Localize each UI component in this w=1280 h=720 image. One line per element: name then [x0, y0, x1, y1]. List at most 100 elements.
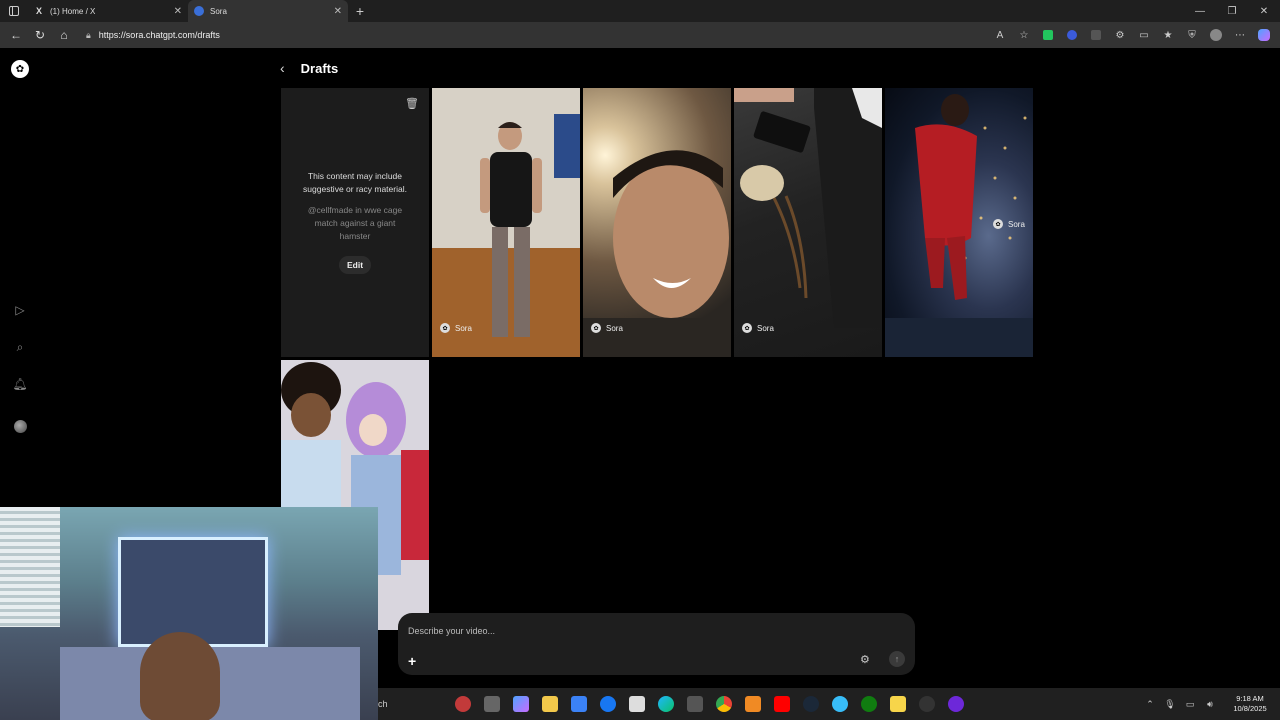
edge-icon[interactable] [651, 688, 680, 720]
draft-video-tile[interactable]: ✿ Sora [432, 88, 580, 357]
amazon-icon[interactable] [622, 688, 651, 720]
store-icon[interactable] [564, 688, 593, 720]
extension-green-icon[interactable] [1036, 24, 1060, 46]
read-aloud-icon[interactable]: A [988, 24, 1012, 46]
add-attachment-icon[interactable]: + [408, 653, 416, 669]
search-icon[interactable]: ⌕ [12, 339, 28, 355]
volume-icon[interactable]: 🔊︎ [1200, 699, 1220, 710]
streamer-head [140, 632, 220, 720]
chatgpt-icon[interactable] [912, 688, 941, 720]
extension-s-icon[interactable] [1084, 24, 1108, 46]
settings-sliders-icon[interactable]: ⚙ [860, 653, 870, 666]
favorites-icon[interactable]: ★ [1156, 24, 1180, 46]
close-window-icon[interactable]: ✕ [1248, 0, 1280, 22]
tab-actions-icon[interactable] [0, 0, 28, 22]
draft-prompt-text: @cellfmade in wwe cage match against a g… [307, 205, 403, 241]
browser-tab-bar: X (1) Home / X ✕ Sora ✕ + — ❐ ✕ [0, 0, 1280, 22]
sora-mark-icon: ✿ [440, 323, 450, 333]
microphone-icon[interactable]: 🎙︎ [1160, 699, 1180, 710]
xbox-icon[interactable] [854, 688, 883, 720]
sora-watermark: ✿ Sora [440, 323, 472, 333]
back-arrow-icon[interactable]: ‹ [280, 60, 285, 76]
lit-doorway [118, 537, 268, 647]
video-thumbnail [583, 150, 731, 357]
draft-video-tile[interactable]: ✿ Sora [583, 88, 731, 357]
system-tray: ⌃ 🎙︎ ▭ 🔊︎ 9:18 AM 10/8/2025 [1140, 688, 1280, 720]
sora-watermark: ✿ Sora [742, 323, 774, 333]
chrome-icon[interactable] [709, 688, 738, 720]
draft-tile-blocked[interactable]: 🗑︎ This content may include suggestive o… [281, 88, 429, 357]
webcam-overlay [0, 507, 378, 720]
sora-logo-icon[interactable]: ✿ [11, 60, 29, 78]
close-tab-icon[interactable]: ✕ [174, 6, 182, 17]
profile-avatar[interactable] [1204, 24, 1228, 46]
steam-icon[interactable] [796, 688, 825, 720]
home-icon[interactable]: ⌂ [52, 24, 76, 46]
taskbar-clock[interactable]: 9:18 AM 10/8/2025 [1220, 694, 1280, 714]
taskbar-search-text[interactable]: ch [378, 699, 448, 709]
app-blue-icon[interactable] [825, 688, 854, 720]
new-tab-button[interactable]: + [348, 0, 372, 22]
describe-video-input[interactable] [408, 624, 848, 638]
tab-title: Sora [210, 6, 227, 16]
explore-video-icon[interactable]: ▷ [12, 302, 28, 318]
copilot-icon[interactable] [1252, 24, 1276, 46]
page-title: Drafts [300, 60, 339, 76]
app-purple-icon[interactable] [941, 688, 970, 720]
x-logo-icon: X [35, 6, 42, 16]
sora-mark-icon: ✿ [742, 323, 752, 333]
chevron-up-icon[interactable]: ⌃ [1140, 699, 1160, 710]
tab-sora[interactable]: Sora ✕ [188, 0, 348, 22]
more-menu-icon[interactable]: ⋯ [1228, 24, 1252, 46]
split-screen-icon[interactable]: ▭ [1132, 24, 1156, 46]
profile-avatar[interactable] [12, 418, 28, 434]
clock-time: 9:18 AM [1236, 694, 1264, 703]
content-warning-text: This content may include suggestive or r… [303, 171, 407, 194]
copilot-icon[interactable] [506, 688, 535, 720]
sora-watermark: ✿ Sora [591, 323, 623, 333]
send-arrow-icon[interactable]: ↑ [889, 651, 905, 667]
video-thumbnail [734, 88, 882, 328]
lock-icon: 🔒︎ [86, 29, 91, 40]
back-icon[interactable]: ← [4, 24, 28, 46]
network-icon[interactable]: ▭ [1180, 699, 1200, 710]
url-text: https://sora.chatgpt.com/drafts [98, 30, 220, 40]
minimize-icon[interactable]: — [1184, 0, 1216, 22]
facebook-icon[interactable] [593, 688, 622, 720]
file-explorer-icon[interactable] [535, 688, 564, 720]
notifications-bell-icon[interactable]: 🔔︎ [12, 376, 28, 392]
extensions-icon[interactable]: ⚙ [1108, 24, 1132, 46]
draft-video-tile[interactable]: ✿ Sora [734, 88, 882, 357]
refresh-icon[interactable]: ↻ [28, 24, 52, 46]
favorite-star-icon[interactable]: ☆ [1012, 24, 1036, 46]
browser-essentials-icon[interactable]: ⛨ [1180, 24, 1204, 46]
tab-x-home[interactable]: X (1) Home / X ✕ [28, 0, 188, 22]
url-field[interactable]: 🔒︎ https://sora.chatgpt.com/drafts [80, 25, 982, 45]
windows-taskbar: ch ⌃ 🎙︎ ▭ 🔊︎ 9:18 AM 10/8/2025 [378, 688, 1280, 720]
sticky-notes-icon[interactable] [883, 688, 912, 720]
extension-blue-icon[interactable] [1060, 24, 1084, 46]
task-view-icon[interactable] [477, 688, 506, 720]
sora-watermark: ✿ Sora [993, 219, 1025, 229]
sora-mark-icon: ✿ [993, 219, 1003, 229]
sora-mark-icon: ✿ [591, 323, 601, 333]
tab-title: (1) Home / X [50, 6, 96, 16]
restore-icon[interactable]: ❐ [1216, 0, 1248, 22]
draft-video-tile[interactable]: ✿ Sora [885, 88, 1033, 357]
window-controls: — ❐ ✕ [1184, 0, 1280, 22]
address-toolbar: ← ↻ ⌂ 🔒︎ https://sora.chatgpt.com/drafts… [0, 22, 1280, 48]
video-thumbnail [432, 88, 580, 357]
app-orange-icon[interactable] [738, 688, 767, 720]
clock-date: 10/8/2025 [1233, 704, 1267, 713]
widget-icon[interactable] [448, 688, 477, 720]
youtube-icon[interactable] [767, 688, 796, 720]
window-blinds [0, 507, 60, 627]
drafts-header: ‹ Drafts [280, 60, 338, 76]
trash-icon[interactable]: 🗑︎ [405, 97, 419, 110]
sora-icon [194, 6, 204, 16]
edit-button[interactable]: Edit [339, 256, 371, 274]
taskbar-icons [448, 688, 970, 720]
calculator-icon[interactable] [680, 688, 709, 720]
close-tab-icon[interactable]: ✕ [334, 6, 342, 17]
prompt-composer: + ⚙ ↑ [398, 613, 915, 675]
